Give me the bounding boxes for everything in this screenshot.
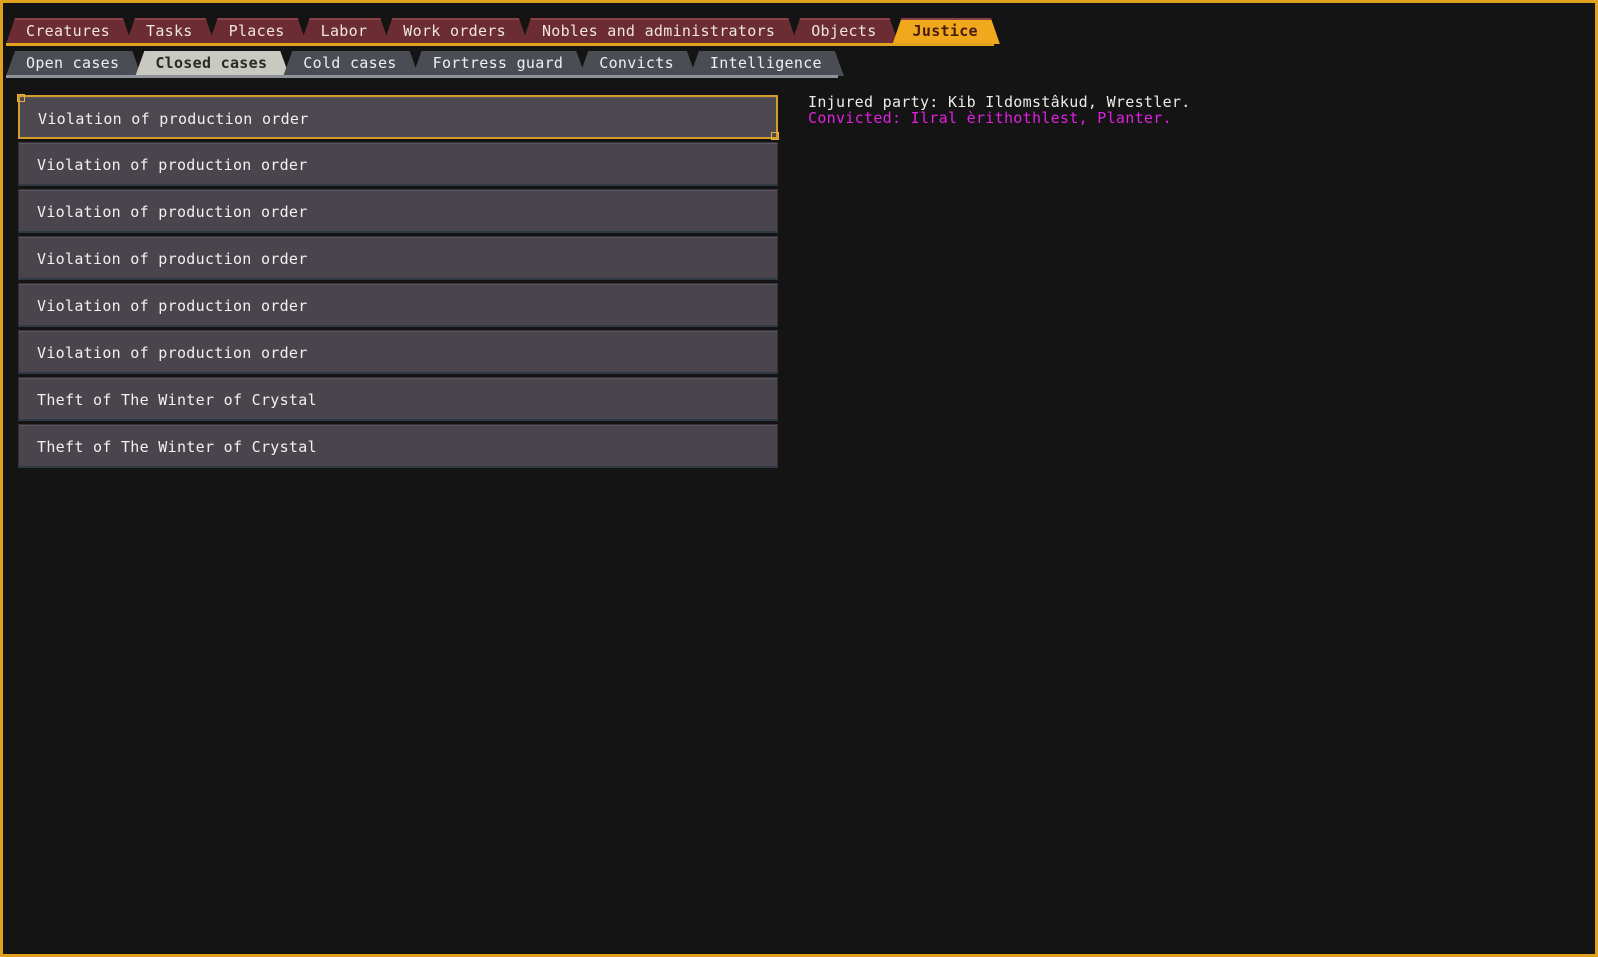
subtab-intelligence[interactable]: Intelligence <box>690 51 844 76</box>
tab-labor[interactable]: Labor <box>301 18 390 44</box>
case-list-item[interactable]: Theft of The Winter of Crystal <box>18 424 778 468</box>
tab-tasks[interactable]: Tasks <box>126 18 215 44</box>
case-list-item[interactable]: Theft of The Winter of Crystal <box>18 377 778 421</box>
convicted-text: Convicted: Ilral èrithothlest, Planter. <box>808 109 1172 127</box>
subtab-open-cases[interactable]: Open cases <box>6 51 141 76</box>
tab-objects[interactable]: Objects <box>791 18 898 44</box>
case-list-item[interactable]: Violation of production order <box>18 142 778 186</box>
tab-nobles-and-administrators[interactable]: Nobles and administrators <box>522 18 797 44</box>
subtab-fortress-guard[interactable]: Fortress guard <box>413 51 586 76</box>
tab-justice[interactable]: Justice <box>893 18 1000 44</box>
case-list-item[interactable]: Violation of production order <box>17 94 779 140</box>
main-tab-bar: Creatures Tasks Places Labor Work orders… <box>6 14 994 46</box>
case-list-item[interactable]: Violation of production order <box>18 236 778 280</box>
case-list-item[interactable]: Violation of production order <box>18 283 778 327</box>
subtab-closed-cases[interactable]: Closed cases <box>135 51 289 76</box>
tab-places[interactable]: Places <box>209 18 307 44</box>
injured-party-text: Injured party: Kib Ildomstâkud, Wrestler… <box>808 93 1191 111</box>
case-detail-pane: Injured party: Kib Ildomstâkud, Wrestler… <box>808 94 1191 126</box>
closed-case-list: Violation of production order Violation … <box>17 94 779 471</box>
case-list-item[interactable]: Violation of production order <box>18 330 778 374</box>
justice-sub-tab-bar: Open cases Closed cases Cold cases Fortr… <box>6 47 838 78</box>
subtab-convicts[interactable]: Convicts <box>579 51 696 76</box>
case-list-item[interactable]: Violation of production order <box>18 189 778 233</box>
tab-creatures[interactable]: Creatures <box>6 18 132 44</box>
subtab-cold-cases[interactable]: Cold cases <box>283 51 418 76</box>
tab-work-orders[interactable]: Work orders <box>383 18 528 44</box>
